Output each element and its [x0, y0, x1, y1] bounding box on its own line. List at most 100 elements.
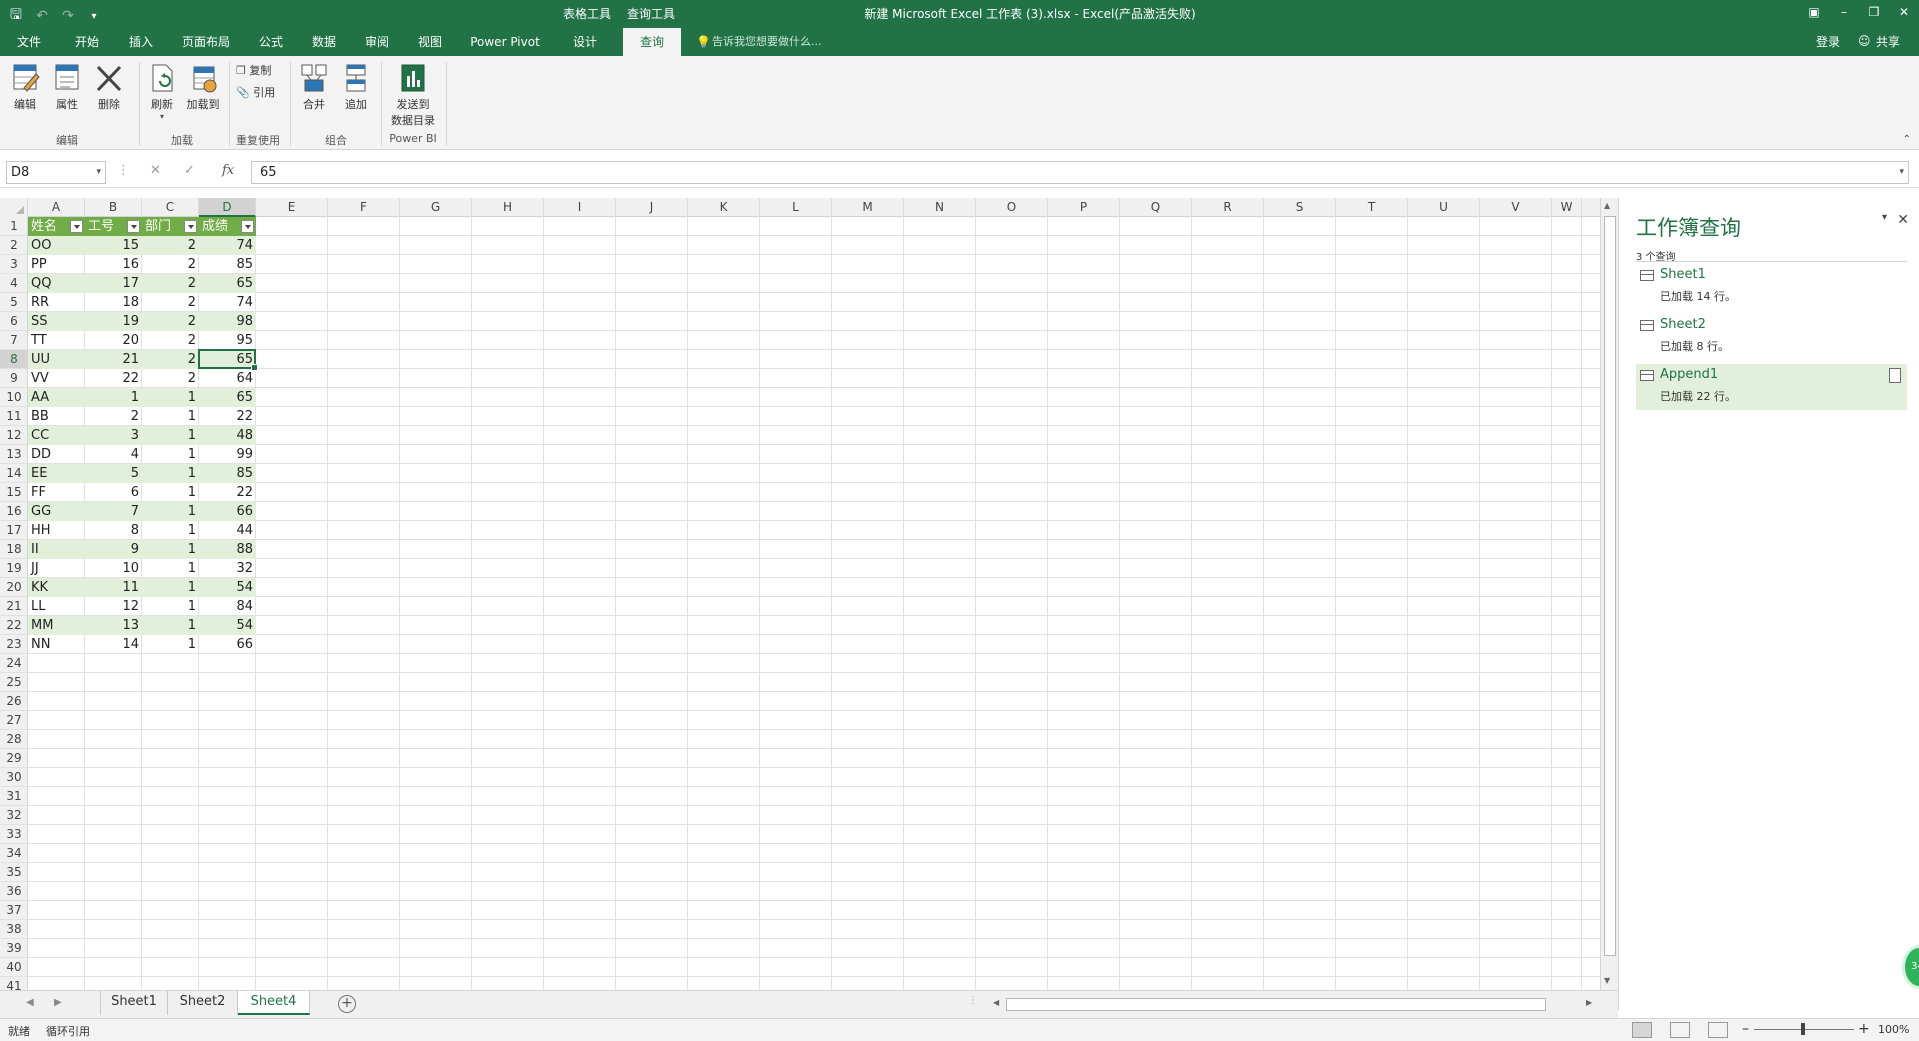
row-header-39[interactable]: 39	[0, 939, 28, 958]
table-cell[interactable]: AA	[28, 388, 85, 407]
row-header-2[interactable]: 2	[0, 236, 28, 255]
table-cell[interactable]: 2	[85, 407, 142, 426]
column-header-a[interactable]: A	[28, 198, 85, 217]
peek-document-icon[interactable]	[1889, 368, 1901, 383]
column-header-u[interactable]: U	[1408, 198, 1480, 217]
row-header-22[interactable]: 22	[0, 616, 28, 635]
table-cell[interactable]: 66	[199, 502, 256, 521]
row-header-36[interactable]: 36	[0, 882, 28, 901]
table-cell[interactable]: 19	[85, 312, 142, 331]
row-header-33[interactable]: 33	[0, 825, 28, 844]
table-cell[interactable]: 1	[142, 616, 199, 635]
column-header-l[interactable]: L	[760, 198, 832, 217]
table-cell[interactable]: JJ	[28, 559, 85, 578]
table-cell[interactable]: 1	[142, 578, 199, 597]
table-cell[interactable]: NN	[28, 635, 85, 654]
tab-view[interactable]: 视图	[409, 28, 451, 56]
close-icon[interactable]: ✕	[1889, 0, 1919, 24]
zoom-level[interactable]: 100%	[1878, 1023, 1909, 1036]
row-header-30[interactable]: 30	[0, 768, 28, 787]
row-header-16[interactable]: 16	[0, 502, 28, 521]
row-header-10[interactable]: 10	[0, 388, 28, 407]
table-cell[interactable]: 1	[142, 635, 199, 654]
tab-formulas[interactable]: 公式	[250, 28, 292, 56]
tab-power-pivot[interactable]: Power Pivot	[464, 28, 546, 56]
page-break-preview-icon[interactable]	[1708, 1022, 1728, 1038]
page-layout-view-icon[interactable]	[1670, 1022, 1690, 1038]
row-header-29[interactable]: 29	[0, 749, 28, 768]
duplicate-button[interactable]: ❐ 复制	[236, 62, 271, 78]
row-header-7[interactable]: 7	[0, 331, 28, 350]
table-cell[interactable]: 85	[199, 464, 256, 483]
sheet-tab-sheet4[interactable]: Sheet4	[238, 991, 310, 1015]
table-cell[interactable]: HH	[28, 521, 85, 540]
table-cell[interactable]: 17	[85, 274, 142, 293]
row-header-6[interactable]: 6	[0, 312, 28, 331]
scroll-down-icon[interactable]: ▼	[1604, 976, 1610, 985]
table-cell[interactable]: 54	[199, 578, 256, 597]
name-box[interactable]: D8 ▾	[6, 161, 106, 184]
scroll-up-icon[interactable]: ▲	[1604, 201, 1610, 210]
zoom-in-icon[interactable]: +	[1858, 1021, 1870, 1037]
refresh-button[interactable]: 刷新 ▾	[144, 62, 180, 121]
row-header-35[interactable]: 35	[0, 863, 28, 882]
reference-button[interactable]: 📎 引用	[236, 84, 275, 100]
table-cell[interactable]: 1	[142, 483, 199, 502]
properties-button[interactable]: 属性	[50, 62, 84, 112]
undo-icon[interactable]: ↶	[32, 8, 52, 24]
table-cell[interactable]: 44	[199, 521, 256, 540]
table-cell[interactable]: RR	[28, 293, 85, 312]
tab-home[interactable]: 开始	[66, 28, 108, 56]
minimize-icon[interactable]: –	[1829, 0, 1859, 24]
table-cell[interactable]: 98	[199, 312, 256, 331]
table-cell[interactable]: QQ	[28, 274, 85, 293]
table-cell[interactable]: 65	[199, 274, 256, 293]
zoom-out-icon[interactable]: –	[1742, 1021, 1749, 1037]
table-header-cell[interactable]: 成绩	[199, 217, 256, 236]
table-cell[interactable]: 1	[142, 521, 199, 540]
row-header-37[interactable]: 37	[0, 901, 28, 920]
append-button[interactable]: 追加	[338, 62, 374, 112]
table-cell[interactable]: 65	[199, 350, 256, 369]
column-header-q[interactable]: Q	[1120, 198, 1192, 217]
table-cell[interactable]: 14	[85, 635, 142, 654]
prev-sheet-icon[interactable]: ◀	[26, 997, 34, 1008]
load-to-button[interactable]: 加载到	[182, 62, 224, 112]
merge-button[interactable]: 合并	[296, 62, 332, 112]
row-header-17[interactable]: 17	[0, 521, 28, 540]
scroll-left-icon[interactable]: ◀	[993, 998, 999, 1007]
table-cell[interactable]: 74	[199, 236, 256, 255]
horizontal-scrollbar[interactable]: ◀ ▶	[990, 997, 1600, 1013]
refresh-dropdown-icon[interactable]: ▾	[144, 112, 180, 121]
column-header-p[interactable]: P	[1048, 198, 1120, 217]
formula-bar-handle-icon[interactable]: ⋮	[117, 163, 130, 178]
table-cell[interactable]: 8	[85, 521, 142, 540]
tell-me-box[interactable]: 告诉我您想要做什么...	[712, 28, 822, 56]
table-cell[interactable]: TT	[28, 331, 85, 350]
sign-in-link[interactable]: 登录	[1816, 28, 1840, 56]
share-button[interactable]: 共享	[1876, 28, 1900, 56]
row-header-23[interactable]: 23	[0, 635, 28, 654]
table-cell[interactable]: 10	[85, 559, 142, 578]
table-cell[interactable]: 22	[199, 483, 256, 502]
expand-formula-bar-icon[interactable]: ▾	[1899, 162, 1904, 183]
row-header-19[interactable]: 19	[0, 559, 28, 578]
table-cell[interactable]: 2	[142, 350, 199, 369]
table-header-cell[interactable]: 姓名	[28, 217, 85, 236]
column-header-h[interactable]: H	[472, 198, 544, 217]
row-header-20[interactable]: 20	[0, 578, 28, 597]
table-cell[interactable]: LL	[28, 597, 85, 616]
table-cell[interactable]: 20	[85, 331, 142, 350]
query-item-sheet1[interactable]: Sheet1 已加载 14 行。	[1636, 264, 1907, 310]
table-cell[interactable]: 7	[85, 502, 142, 521]
filter-dropdown-icon[interactable]	[241, 220, 254, 233]
row-header-25[interactable]: 25	[0, 673, 28, 692]
query-item-sheet2[interactable]: Sheet2 已加载 8 行。	[1636, 314, 1907, 360]
table-cell[interactable]: EE	[28, 464, 85, 483]
collapse-ribbon-icon[interactable]: ⌃	[1903, 134, 1911, 145]
scroll-right-icon[interactable]: ▶	[1586, 998, 1592, 1007]
table-cell[interactable]: 65	[199, 388, 256, 407]
filter-dropdown-icon[interactable]	[127, 220, 140, 233]
column-header-c[interactable]: C	[142, 198, 199, 217]
table-cell[interactable]: 13	[85, 616, 142, 635]
